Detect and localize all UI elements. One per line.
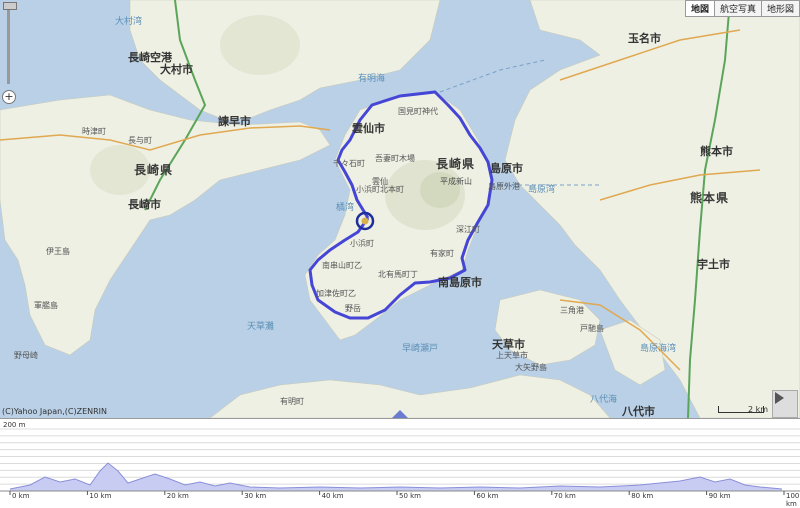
elevation-x-tick-label: 0 km bbox=[12, 492, 30, 500]
label-sea: 島原湾 bbox=[528, 185, 556, 195]
label-sea: 島原海湾 bbox=[640, 344, 677, 354]
play-arrow-icon bbox=[775, 392, 784, 404]
label-city: 大村市 bbox=[160, 63, 193, 76]
label-town: 加津佐町乙 bbox=[316, 289, 356, 298]
label-town: 大矢野島 bbox=[515, 363, 547, 372]
label-city: 島原市 bbox=[490, 162, 523, 175]
elevation-x-tick-label: 100 km bbox=[786, 492, 800, 508]
label-place: 雲仙 bbox=[372, 177, 388, 186]
label-town: 北有馬町丁 bbox=[378, 270, 418, 279]
label-town: 時津町 bbox=[82, 127, 106, 136]
map-type-terrain-button[interactable]: 地形図 bbox=[760, 0, 800, 17]
label-town: 伊王島 bbox=[46, 247, 70, 256]
label-city: 長崎空港 bbox=[128, 51, 172, 64]
scale-label: 2 km bbox=[748, 405, 769, 414]
label-sea: 八代海 bbox=[590, 395, 618, 405]
zoom-in-icon[interactable]: + bbox=[2, 90, 16, 104]
label-town: 小浜町北本町 bbox=[356, 185, 404, 194]
label-sea: 天草灘 bbox=[247, 322, 275, 332]
label-town: 千々石町 bbox=[333, 159, 365, 168]
elevation-x-tick-label: 60 km bbox=[476, 492, 499, 500]
label-city: 天草市 bbox=[492, 338, 525, 351]
label-sea: 有明海 bbox=[358, 74, 386, 84]
zoom-slider-handle[interactable] bbox=[3, 2, 17, 10]
label-town: 有家町 bbox=[430, 249, 454, 258]
zoom-control: + bbox=[2, 0, 17, 105]
map-view[interactable]: 長崎県 長崎県 熊本県 長崎市 大村市 長崎空港 諫早市 雲仙市 島原市 南島原… bbox=[0, 0, 800, 418]
label-town: 戸馳島 bbox=[580, 324, 604, 333]
label-town: 国見町神代 bbox=[398, 107, 438, 116]
label-town: 有明町 bbox=[280, 397, 304, 406]
label-pref-nagasaki: 長崎県 bbox=[134, 163, 174, 177]
label-city: 八代市 bbox=[622, 405, 655, 418]
next-arrow-button[interactable] bbox=[772, 390, 798, 418]
label-place: 野岳 bbox=[345, 304, 361, 313]
label-town: 上天草市 bbox=[496, 351, 528, 360]
map-type-map-button[interactable]: 地図 bbox=[684, 0, 715, 17]
elevation-x-tick-label: 70 km bbox=[553, 492, 576, 500]
elevation-x-tick-label: 90 km bbox=[708, 492, 731, 500]
label-town: 三角港 bbox=[560, 306, 584, 315]
map-type-aerial-button[interactable]: 航空写真 bbox=[713, 0, 762, 17]
elevation-profile[interactable]: 200 m 0 km 10 km 20 km 30 km 40 km 50 km 60 km… bbox=[0, 418, 800, 508]
label-city: 諫早市 bbox=[218, 115, 251, 128]
label-pref-kumamoto: 熊本県 bbox=[690, 191, 730, 205]
label-city: 長崎市 bbox=[128, 198, 161, 211]
label-place: 平成新山 bbox=[440, 177, 472, 186]
elevation-x-tick-label: 10 km bbox=[89, 492, 112, 500]
map-canvas[interactable] bbox=[0, 0, 800, 418]
label-city: 熊本市 bbox=[700, 145, 733, 158]
label-city: 玉名市 bbox=[628, 32, 661, 45]
profile-toggle-arrow-icon[interactable] bbox=[392, 410, 408, 418]
label-town: 小浜町 bbox=[350, 239, 374, 248]
elevation-x-tick-label: 30 km bbox=[244, 492, 267, 500]
label-town: 長与町 bbox=[128, 136, 152, 145]
label-town: 吾妻町木場 bbox=[375, 154, 415, 163]
label-pref-nagasaki-shimabara: 長崎県 bbox=[436, 157, 476, 171]
label-sea: 大村湾 bbox=[115, 17, 143, 27]
label-town: 島原外港 bbox=[488, 182, 520, 191]
start-marker-center bbox=[361, 217, 369, 225]
label-city: 南島原市 bbox=[438, 276, 482, 289]
elevation-ymax-label: 200 m bbox=[3, 421, 26, 429]
elevation-x-tick-label: 50 km bbox=[399, 492, 422, 500]
label-town: 深江町 bbox=[456, 225, 480, 234]
hill-area bbox=[220, 15, 300, 75]
map-type-switcher: 地図 航空写真 地形図 bbox=[684, 0, 800, 17]
label-sea: 橘湾 bbox=[336, 203, 355, 213]
elevation-chart bbox=[0, 428, 800, 495]
label-city: 宇土市 bbox=[697, 258, 730, 271]
copyright-text: (C)Yahoo Japan,(C)ZENRIN bbox=[2, 407, 108, 416]
zoom-slider-track[interactable] bbox=[7, 4, 10, 84]
label-city: 雲仙市 bbox=[352, 122, 385, 135]
elevation-x-tick-label: 20 km bbox=[166, 492, 189, 500]
label-town: 南串山町乙 bbox=[322, 261, 362, 270]
label-town: 野母崎 bbox=[14, 351, 38, 360]
elevation-x-tick-label: 80 km bbox=[631, 492, 654, 500]
label-town: 軍艦島 bbox=[34, 301, 58, 310]
elevation-x-tick-label: 40 km bbox=[321, 492, 344, 500]
label-sea: 早崎瀬戸 bbox=[402, 344, 439, 354]
